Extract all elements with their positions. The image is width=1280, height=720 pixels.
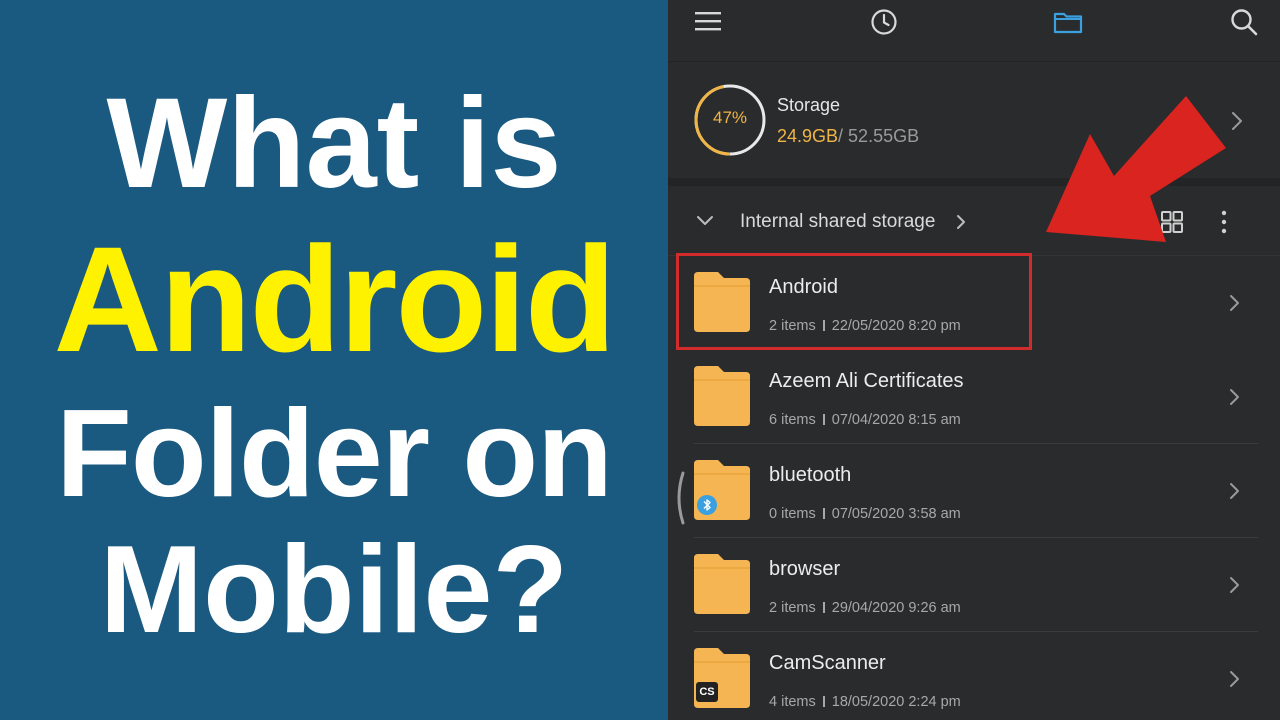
list-item-browser[interactable]: browser 2 items 29/04/2020 9:26 am xyxy=(668,538,1280,632)
item-count: 0 items xyxy=(769,506,816,522)
modified-date: 07/05/2020 3:58 am xyxy=(831,506,961,522)
item-count: 2 items xyxy=(769,600,816,616)
list-item-bluetooth[interactable]: bluetooth 0 items 07/05/2020 3:58 am xyxy=(668,444,1280,538)
headline-line-4: Mobile? xyxy=(99,521,569,659)
top-toolbar xyxy=(668,0,1280,62)
breadcrumb-chevron-icon xyxy=(957,215,965,229)
modified-date: 07/04/2020 8:15 am xyxy=(831,412,961,428)
list-item-camscanner[interactable]: CS CamScanner 4 items 18/05/2020 2:24 pm xyxy=(668,632,1280,720)
recent-clock-icon[interactable] xyxy=(868,6,900,38)
camscanner-badge: CS xyxy=(696,682,718,702)
chevron-right-icon xyxy=(1230,483,1239,499)
modified-date: 18/05/2020 2:24 pm xyxy=(831,694,961,710)
file-name: Azeem Ali Certificates xyxy=(769,370,964,392)
highlight-box xyxy=(676,253,1032,350)
storage-total: / 52.55GB xyxy=(838,126,920,146)
file-name: CamScanner xyxy=(769,652,886,674)
chevron-right-icon xyxy=(1230,577,1239,593)
scroll-handle[interactable] xyxy=(672,470,686,526)
red-arrow-icon xyxy=(1046,96,1226,242)
meta-separator xyxy=(822,508,825,519)
bluetooth-icon xyxy=(697,495,717,515)
folder-icon xyxy=(694,554,750,614)
item-count: 6 items xyxy=(769,412,816,428)
storage-percent: 47% xyxy=(712,108,748,127)
menu-icon[interactable] xyxy=(692,6,724,38)
file-meta: 0 items 07/05/2020 3:58 am xyxy=(769,506,961,522)
file-meta: 6 items 07/04/2020 8:15 am xyxy=(769,412,961,428)
item-count: 4 items xyxy=(769,694,816,710)
chevron-right-icon xyxy=(1230,671,1239,687)
file-name: browser xyxy=(769,558,841,580)
storage-used: 24.9GB xyxy=(777,126,839,146)
headline-line-3: Folder on xyxy=(56,385,613,523)
chevron-down-icon[interactable] xyxy=(694,210,716,232)
file-name: bluetooth xyxy=(769,464,852,486)
modified-date: 29/04/2020 9:26 am xyxy=(831,600,961,616)
file-meta: 4 items 18/05/2020 2:24 pm xyxy=(769,694,961,710)
meta-separator xyxy=(822,414,825,425)
meta-separator xyxy=(822,602,825,613)
file-meta: 2 items 29/04/2020 9:26 am xyxy=(769,600,961,616)
meta-separator xyxy=(822,696,825,707)
chevron-right-icon xyxy=(1230,295,1239,311)
storage-label: Storage xyxy=(777,95,841,115)
breadcrumb-label[interactable]: Internal shared storage xyxy=(740,211,935,233)
storage-usage: 24.9GB/ 52.55GB xyxy=(777,126,919,147)
headline-line-2: Android xyxy=(53,215,617,383)
list-item-azeem-ali-certificates[interactable]: Azeem Ali Certificates 6 items 07/04/2020… xyxy=(668,350,1280,444)
title-panel: What is Android Folder on Mobile? xyxy=(0,0,668,720)
folder-icon[interactable] xyxy=(1052,6,1084,38)
folder-icon xyxy=(694,366,750,426)
headline-line-1: What is xyxy=(106,72,562,215)
chevron-right-icon xyxy=(1230,389,1239,405)
search-icon[interactable] xyxy=(1228,6,1260,38)
